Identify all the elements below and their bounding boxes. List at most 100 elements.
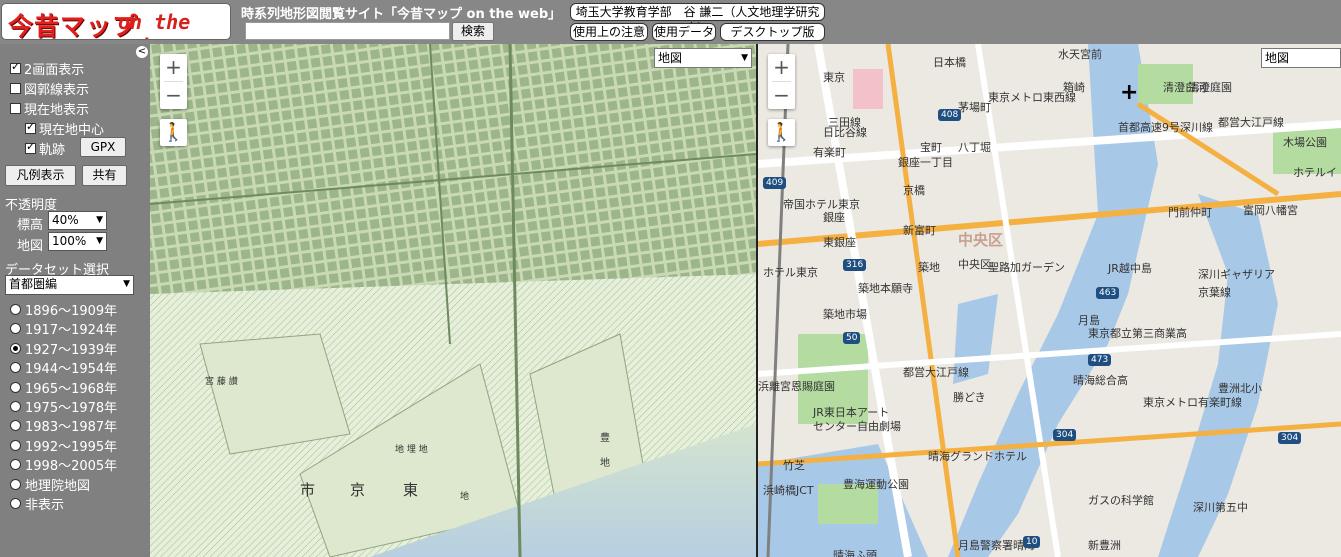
modern-map-type-value: 地図 — [1265, 51, 1290, 65]
route-shield: 408 — [938, 109, 962, 121]
map-place-label: 富岡八幡宮 — [1243, 204, 1298, 217]
map-place-label: 東銀座 — [823, 236, 856, 249]
map-place-label: 銀座一丁目 — [898, 156, 953, 169]
site-title: 時系列地形図閲覧サイト「今昔マップ on the web」 — [241, 7, 562, 22]
radio-period[interactable] — [10, 342, 21, 354]
map-place-label: 清澄庭園 — [1188, 81, 1232, 94]
map-place-label: 水天宮前 — [1058, 48, 1102, 61]
period-option[interactable]: 1975～1978年 — [10, 397, 117, 416]
share-button[interactable]: 共有 — [82, 165, 127, 186]
map-place-label: ガスの科学館 — [1088, 494, 1154, 507]
map-place-label: 新富町 — [903, 224, 936, 237]
radio-period[interactable] — [10, 401, 21, 412]
checkbox-grid-lines[interactable] — [10, 83, 21, 94]
desktop-button[interactable]: デスクトップ版 — [720, 23, 825, 41]
radio-period[interactable] — [10, 362, 21, 374]
collapse-sidebar-button[interactable]: < — [136, 46, 148, 58]
old-map-view[interactable]: + − 🚶 地図 ▼ 宮 藤 讃 市 京 東 地 埋 地 豊 地 地 — [150, 44, 756, 557]
radio-period[interactable] — [10, 478, 21, 490]
period-option[interactable]: 1992～1995年 — [10, 436, 117, 455]
map-place-label: 中央区 — [958, 231, 1004, 249]
period-option[interactable]: 1944～1954年 — [10, 358, 117, 377]
org-link-button[interactable]: 埼玉大学教育学部 谷 謙二（人文地理学研究室） — [570, 3, 825, 35]
gpx-button[interactable]: GPX — [80, 137, 126, 157]
checkbox-center[interactable] — [25, 120, 36, 134]
zoom-out-button[interactable]: − — [160, 82, 187, 109]
period-option[interactable]: 非表示 — [10, 494, 64, 513]
old-map-label: 地 — [460, 492, 470, 502]
search-input[interactable] — [245, 22, 450, 40]
period-option[interactable]: 地理院地図 — [10, 475, 90, 494]
sidebar: < 2画面表示 図郭線表示 現在地表示 現在地中心 軌跡 GPX 凡例表示 共有… — [0, 44, 150, 557]
period-option[interactable]: 1917～1924年 — [10, 319, 117, 338]
route-shield: 304 — [1278, 432, 1302, 444]
search-button[interactable]: 検索 — [452, 22, 494, 41]
pegman-icon[interactable]: 🚶 — [160, 119, 187, 146]
map-opacity-select[interactable]: 100% ▼ — [48, 232, 107, 251]
radio-period[interactable] — [10, 439, 21, 451]
zoom-in-button[interactable]: + — [160, 54, 187, 81]
period-label: 1992～1995年 — [25, 439, 118, 455]
radio-period[interactable] — [10, 323, 21, 335]
route-shield: 50 — [843, 332, 861, 344]
dataset-select[interactable]: 首都圏編 ▼ — [5, 275, 134, 295]
modern-map-view[interactable]: + − 🚶 地図 + 水天宮前 日本橋 東京 茅場町 箱崎 清澄白河 清澄庭園 東京メトロ東西… — [758, 44, 1341, 557]
option-location[interactable]: 現在地表示 — [10, 99, 89, 118]
period-label: 1983～1987年 — [25, 420, 118, 436]
period-option[interactable]: 1983～1987年 — [10, 416, 117, 435]
option-center[interactable]: 現在地中心 — [25, 119, 104, 138]
map-place-label: 銀座 — [823, 211, 845, 224]
option-track[interactable]: 軌跡 — [25, 139, 65, 158]
route-shield: 409 — [763, 177, 787, 189]
old-map-label: 豊 — [600, 433, 610, 444]
radio-period[interactable] — [10, 459, 21, 471]
app-header: 今昔マップ on the web 時系列地形図閲覧サイト「今昔マップ on th… — [0, 0, 1341, 44]
site-logo[interactable]: 今昔マップ on the web — [2, 4, 230, 39]
old-map-label: 京 — [350, 481, 366, 499]
map-place-label: 門前仲町 — [1168, 206, 1212, 219]
map-place-label: 都営大江戸線 — [903, 366, 969, 379]
period-label: 1965～1968年 — [25, 381, 118, 397]
checkbox-track[interactable] — [25, 140, 36, 154]
period-option[interactable]: 1927～1939年 — [10, 339, 117, 358]
old-map-canvas[interactable] — [150, 44, 756, 557]
logo-en: on the web — [118, 10, 191, 39]
zoom-out-button[interactable]: − — [768, 82, 795, 109]
map-place-label: 首都高速9号深川線 — [1118, 121, 1213, 134]
period-label: 1896～1909年 — [25, 304, 118, 319]
legend-button[interactable]: 凡例表示 — [5, 165, 76, 186]
option-track-label: 軌跡 — [39, 143, 66, 158]
radio-period[interactable] — [10, 381, 21, 393]
zoom-in-button[interactable]: + — [768, 54, 795, 81]
option-dual-view[interactable]: 2画面表示 — [10, 59, 84, 78]
period-option[interactable]: 1998～2005年 — [10, 455, 117, 474]
checkbox-dual-view[interactable] — [10, 60, 21, 74]
modern-map-type-select[interactable]: 地図 — [1261, 48, 1341, 68]
map-place-label: 東京 — [823, 71, 845, 84]
period-label: 地理院地図 — [25, 478, 91, 494]
option-location-label: 現在地表示 — [24, 103, 90, 118]
old-map-type-select[interactable]: 地図 ▼ — [654, 48, 752, 68]
old-map-label: 地 埋 地 — [395, 445, 428, 455]
period-option[interactable]: 1896～1909年 — [10, 300, 117, 319]
period-option[interactable]: 1965～1968年 — [10, 378, 117, 397]
period-label: 1944～1954年 — [25, 362, 118, 378]
radio-period[interactable] — [10, 304, 21, 315]
pegman-icon[interactable]: 🚶 — [768, 119, 795, 146]
elev-opacity-select[interactable]: 40% ▼ — [48, 211, 107, 230]
checkbox-location[interactable] — [10, 103, 21, 114]
map-place-label: 京葉線 — [1198, 286, 1231, 299]
radio-period[interactable] — [10, 420, 21, 432]
map-place-label: 浜離宮恩賜庭園 — [758, 380, 835, 393]
map-place-label: 晴海ふ頭 — [833, 549, 877, 557]
chevron-down-icon: ▼ — [96, 236, 103, 246]
map-place-label: 深川第五中 — [1193, 501, 1248, 514]
elev-opacity-value: 40% — [52, 213, 79, 227]
data-button[interactable]: 使用データ — [652, 23, 716, 41]
notes-button[interactable]: 使用上の注意 — [570, 23, 648, 41]
map-place-label: JR越中島 — [1108, 262, 1152, 275]
radio-period[interactable] — [10, 498, 21, 509]
map-place-label: 豊海運動公園 — [843, 478, 909, 491]
map-place-label: 都営大江戸線 — [1218, 116, 1284, 129]
option-grid-lines[interactable]: 図郭線表示 — [10, 79, 89, 98]
